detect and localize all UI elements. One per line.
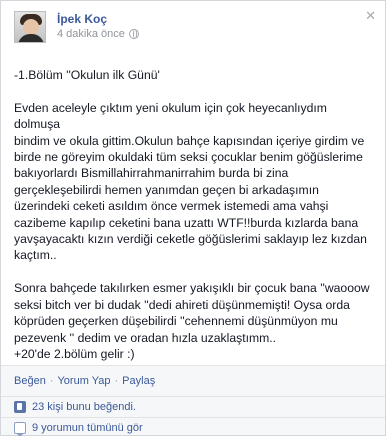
globe-icon[interactable] bbox=[128, 29, 139, 39]
post-card: İpek Koç 4 dakika önce ✕ -1.Bölüm ''Okul… bbox=[0, 0, 386, 436]
post-time[interactable]: 4 dakika önce bbox=[57, 28, 125, 40]
separator: · bbox=[49, 375, 54, 387]
avatar[interactable] bbox=[14, 11, 46, 43]
close-icon[interactable]: ✕ bbox=[365, 9, 376, 24]
post-meta: 4 dakika önce bbox=[57, 28, 139, 40]
view-comments-link[interactable]: 9 yorumun tümünü gör bbox=[32, 422, 143, 434]
comment-button[interactable]: Yorum Yap bbox=[57, 375, 110, 387]
post-header: İpek Koç 4 dakika önce ✕ bbox=[1, 1, 385, 53]
separator: · bbox=[114, 375, 119, 387]
post-actions: Beğen · Yorum Yap · Paylaş 23 kişi bunu … bbox=[1, 365, 385, 436]
author-name[interactable]: İpek Koç bbox=[57, 12, 107, 26]
thumbs-up-icon bbox=[14, 401, 26, 413]
likes-text[interactable]: 23 kişi bunu beğendi. bbox=[32, 401, 136, 413]
share-button[interactable]: Paylaş bbox=[122, 375, 155, 387]
like-button[interactable]: Beğen bbox=[14, 375, 46, 387]
comment-icon bbox=[14, 422, 26, 436]
likes-row[interactable]: 23 kişi bunu beğendi. bbox=[1, 396, 385, 417]
post-content: -1.Bölüm ''Okulun ilk Günü' Evden aceley… bbox=[14, 68, 370, 361]
comments-row[interactable]: 9 yorumun tümünü gör bbox=[1, 417, 385, 436]
action-links: Beğen · Yorum Yap · Paylaş bbox=[14, 375, 155, 387]
